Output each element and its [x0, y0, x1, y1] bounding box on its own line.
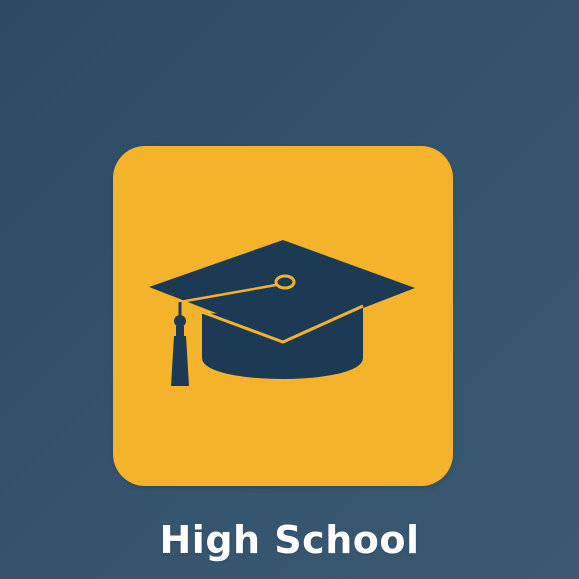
high-school-app-icon[interactable]	[113, 146, 453, 486]
app-label[interactable]: High School	[0, 521, 579, 559]
